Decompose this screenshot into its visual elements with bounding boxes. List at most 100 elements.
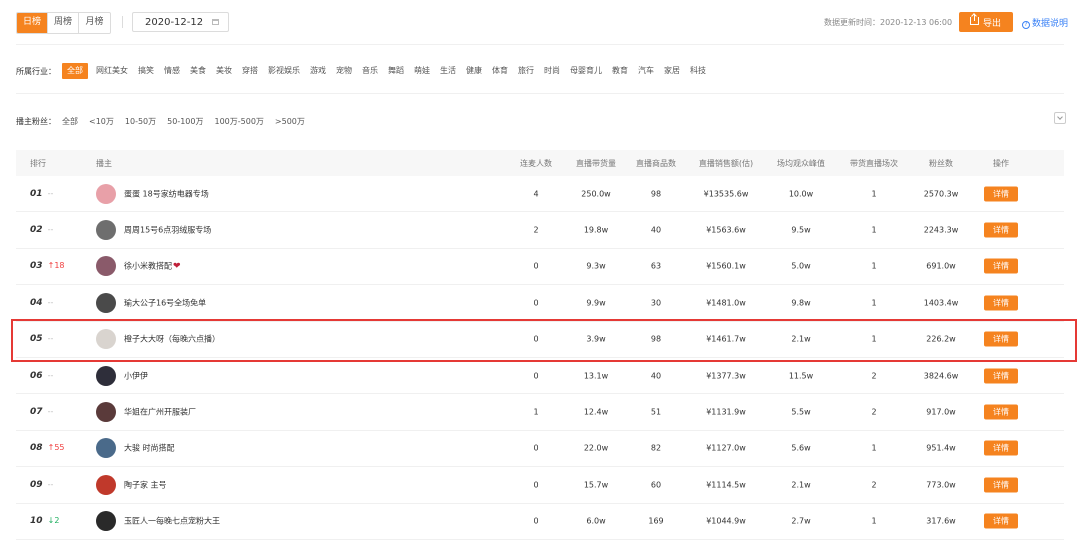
header-goods-count: 直播商品数 — [636, 159, 676, 168]
fans-cell: 917.0w — [926, 407, 956, 417]
industry-item[interactable]: 健康 — [466, 63, 482, 79]
sales-cell: ¥1560.1w — [706, 261, 746, 271]
rank-number: 06 — [30, 370, 43, 381]
fans-item[interactable]: >500万 — [275, 116, 305, 127]
rank-change: -- — [47, 297, 54, 307]
industry-item-all[interactable]: 全部 — [62, 63, 88, 79]
linked-users-cell: 0 — [533, 443, 539, 453]
fans-item[interactable]: <10万 — [89, 116, 114, 127]
sales-cell: ¥1481.0w — [706, 298, 746, 308]
sales-cell: ¥1461.7w — [706, 334, 746, 344]
live-items-cell: 3.9w — [586, 334, 606, 344]
anchor-name[interactable]: 大骏 时尚搭配 — [124, 443, 175, 454]
rank-number: 02 — [30, 225, 43, 236]
goods-count-cell: 169 — [648, 516, 664, 526]
fans-item[interactable]: 10-50万 — [125, 116, 156, 127]
tab-weekly[interactable]: 周榜 — [48, 13, 79, 33]
industry-item[interactable]: 情感 — [164, 63, 180, 79]
sessions-cell: 2 — [871, 371, 877, 381]
anchor-name[interactable]: 徐小米教搭配❤ — [124, 261, 181, 272]
fans-label: 播主粉丝： — [16, 116, 56, 126]
header-peak-viewers: 场均观众峰值 — [777, 159, 825, 168]
fans-cell: 3824.6w — [923, 371, 959, 381]
linked-users-cell: 0 — [533, 371, 539, 381]
rank-number: 10 — [30, 516, 43, 527]
avatar — [96, 183, 116, 204]
tab-daily[interactable]: 日榜 — [17, 13, 48, 33]
sessions-cell: 1 — [871, 334, 877, 344]
fans-item[interactable]: 100万-500万 — [214, 116, 263, 127]
detail-button[interactable]: 详情 — [984, 404, 1018, 420]
industry-item[interactable]: 美妆 — [216, 63, 232, 79]
industry-item[interactable]: 搞笑 — [138, 63, 154, 79]
fans-cell: 773.0w — [926, 480, 956, 490]
avatar — [96, 511, 116, 532]
industry-item[interactable]: 汽车 — [638, 63, 654, 79]
sessions-cell: 2 — [871, 480, 877, 490]
anchor-name[interactable]: 橙子大大呀（每晚六点播） — [124, 334, 220, 345]
peak-viewers-cell: 9.8w — [791, 298, 811, 308]
anchor-name[interactable]: 周周15号6点羽绒服专场 — [124, 225, 211, 236]
industry-item[interactable]: 影视娱乐 — [268, 63, 300, 79]
industry-item[interactable]: 音乐 — [362, 63, 378, 79]
anchor-name[interactable]: 小伊伊 — [124, 370, 148, 381]
detail-button[interactable]: 详情 — [984, 440, 1018, 456]
sessions-cell: 1 — [871, 225, 877, 235]
heart-icon: ❤ — [173, 261, 181, 272]
industry-item[interactable]: 萌娃 — [414, 63, 430, 79]
anchor-name[interactable]: 蛋蛋 18号家纺电器专场 — [124, 188, 209, 199]
industry-item[interactable]: 舞蹈 — [388, 63, 404, 79]
table-header: 排行 播主 连麦人数 直播带货量 直播商品数 直播销售额(估) 场均观众峰值 带… — [16, 150, 1064, 176]
industry-item[interactable]: 生活 — [440, 63, 456, 79]
detail-button[interactable]: 详情 — [984, 331, 1018, 347]
industry-item[interactable]: 宠物 — [336, 63, 352, 79]
chevron-down-icon[interactable] — [1054, 112, 1066, 124]
table-row: 07 -- 华姐在广州开服装厂 1 12.4w 51 ¥1131.9w 5.5w… — [16, 394, 1064, 431]
fans-cell: 691.0w — [926, 261, 956, 271]
export-icon — [970, 14, 979, 25]
fans-item-all[interactable]: 全部 — [62, 116, 78, 127]
sessions-cell: 1 — [871, 516, 877, 526]
industry-item[interactable]: 穿搭 — [242, 63, 258, 79]
industry-item[interactable]: 时尚 — [544, 63, 560, 79]
industry-item[interactable]: 体育 — [492, 63, 508, 79]
tab-monthly[interactable]: 月榜 — [79, 13, 110, 33]
fans-item[interactable]: 50-100万 — [167, 116, 203, 127]
industry-item[interactable]: 教育 — [612, 63, 628, 79]
industry-item[interactable]: 科技 — [690, 63, 706, 79]
header-linked-users: 连麦人数 — [520, 159, 552, 168]
live-items-cell: 22.0w — [583, 443, 609, 453]
industry-item[interactable]: 网红美女 — [96, 63, 128, 79]
anchor-name[interactable]: 陶子家 主号 — [124, 479, 167, 490]
industry-item[interactable]: 游戏 — [310, 63, 326, 79]
anchor-name[interactable]: 华姐在广州开服装厂 — [124, 407, 196, 418]
detail-button[interactable]: 详情 — [984, 477, 1018, 493]
industry-item[interactable]: 美食 — [190, 63, 206, 79]
anchor-name[interactable]: 瑜大公子16号全场免单 — [124, 297, 206, 308]
help-circle-icon: ? — [1022, 21, 1030, 29]
export-button[interactable]: 导出 — [959, 12, 1013, 32]
detail-button[interactable]: 详情 — [984, 513, 1018, 529]
industry-item[interactable]: 母婴育儿 — [570, 63, 602, 79]
industry-filter: 所属行业： 全部 网红美女 搞笑 情感 美食 美妆 穿搭 影视娱乐 游戏 宠物 … — [16, 63, 716, 79]
sales-cell: ¥1044.9w — [706, 516, 746, 526]
detail-button[interactable]: 详情 — [984, 222, 1018, 238]
detail-button[interactable]: 详情 — [984, 295, 1018, 311]
live-items-cell: 250.0w — [581, 189, 611, 199]
header-live-items: 直播带货量 — [576, 159, 616, 168]
peak-viewers-cell: 5.0w — [791, 261, 811, 271]
help-link[interactable]: ? 数据说明 — [1022, 16, 1068, 29]
sales-cell: ¥1377.3w — [706, 371, 746, 381]
table-row: 06 -- 小伊伊 0 13.1w 40 ¥1377.3w 11.5w 2 38… — [16, 358, 1064, 395]
industry-item[interactable]: 旅行 — [518, 63, 534, 79]
table-row: 10 ↓2 玉匠人一每晚七点宠粉大王 0 6.0w 169 ¥1044.9w 2… — [16, 504, 1064, 540]
linked-users-cell: 0 — [533, 480, 539, 490]
date-picker[interactable]: 2020-12-12 — [132, 12, 229, 32]
rank-change: ↑18 — [47, 261, 65, 271]
detail-button[interactable]: 详情 — [984, 258, 1018, 274]
detail-button[interactable]: 详情 — [984, 368, 1018, 384]
detail-button[interactable]: 详情 — [984, 186, 1018, 202]
anchor-name[interactable]: 玉匠人一每晚七点宠粉大王 — [124, 516, 220, 527]
goods-count-cell: 51 — [650, 407, 662, 417]
industry-item[interactable]: 家居 — [664, 63, 680, 79]
